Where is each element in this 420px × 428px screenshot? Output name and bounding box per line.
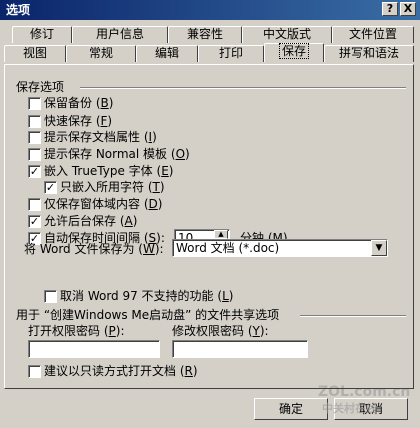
modify-password-input[interactable]	[172, 340, 308, 358]
help-button[interactable]: ?	[382, 2, 398, 16]
chevron-down-icon[interactable]: ▼	[371, 240, 387, 256]
background-save-checkbox[interactable]: ✓	[28, 215, 41, 228]
tab-user-info[interactable]: 用户信息	[72, 26, 168, 43]
tab-print[interactable]: 打印	[198, 45, 264, 62]
sharing-group-title: 用于 “创建Windows Me启动盘” 的文件共享选项	[16, 308, 280, 322]
tab-general[interactable]: 常规	[66, 45, 136, 62]
prompt-doc-properties-checkbox[interactable]	[28, 131, 41, 144]
watermark-cn: 中关村在线	[322, 402, 377, 415]
fast-save-label: 快速保存 (F)	[44, 114, 113, 128]
keep-backup-checkbox[interactable]	[28, 97, 41, 110]
save-form-data-checkbox[interactable]	[28, 198, 41, 211]
tab-revisions[interactable]: 修订	[12, 26, 72, 43]
tab-view[interactable]: 视图	[4, 45, 66, 62]
close-button[interactable]: X	[400, 2, 416, 16]
readonly-recommended-checkbox[interactable]	[28, 365, 41, 378]
modify-password-label: 修改权限密码 (Y):	[172, 324, 269, 338]
open-password-label: 打开权限密码 (P):	[28, 324, 125, 338]
prompt-normal-template-checkbox[interactable]	[28, 148, 41, 161]
disable-w97-label: 取消 Word 97 不支持的功能 (L)	[60, 289, 234, 303]
ok-button[interactable]: 确定	[254, 398, 328, 420]
save-form-data-label: 仅保存窗体域内容 (D)	[44, 197, 163, 211]
save-as-dropdown[interactable]: Word 文档 (*.doc)	[172, 239, 388, 257]
group-separator	[80, 87, 406, 89]
tab-spelling-grammar[interactable]: 拼写和语法	[324, 45, 414, 62]
fast-save-checkbox[interactable]	[28, 115, 41, 128]
open-password-input[interactable]	[28, 340, 160, 358]
tab-file-locations[interactable]: 文件位置	[332, 26, 414, 43]
embed-used-chars-label: 只嵌入所用字符 (T)	[60, 180, 165, 194]
tab-asian-typography[interactable]: 中文版式	[242, 26, 332, 43]
prompt-normal-template-label: 提示保存 Normal 模板 (O)	[44, 147, 190, 161]
window-title: 选项	[6, 3, 31, 17]
embed-used-chars-checkbox[interactable]: ✓	[44, 181, 57, 194]
embed-truetype-checkbox[interactable]: ✓	[28, 165, 41, 178]
embed-truetype-label: 嵌入 TrueType 字体 (E)	[44, 164, 174, 178]
disable-w97-checkbox[interactable]	[44, 290, 57, 303]
keep-backup-label: 保留备份 (B)	[44, 96, 114, 110]
prompt-doc-properties-label: 提示保存文档属性 (I)	[44, 130, 157, 144]
save-options-group-title: 保存选项	[16, 80, 65, 94]
background-save-label: 允许后台保存 (A)	[44, 214, 138, 228]
title-bar: 选项 ? X	[0, 0, 420, 20]
readonly-recommended-label: 建议以只读方式打开文档 (R)	[44, 364, 198, 378]
sharing-separator	[300, 315, 406, 317]
save-as-label: 将 Word 文件保存为 (W):	[24, 242, 164, 256]
tab-save[interactable]: 保存	[264, 43, 324, 62]
tab-edit[interactable]: 编辑	[136, 45, 198, 62]
tab-compatibility[interactable]: 兼容性	[168, 26, 242, 43]
